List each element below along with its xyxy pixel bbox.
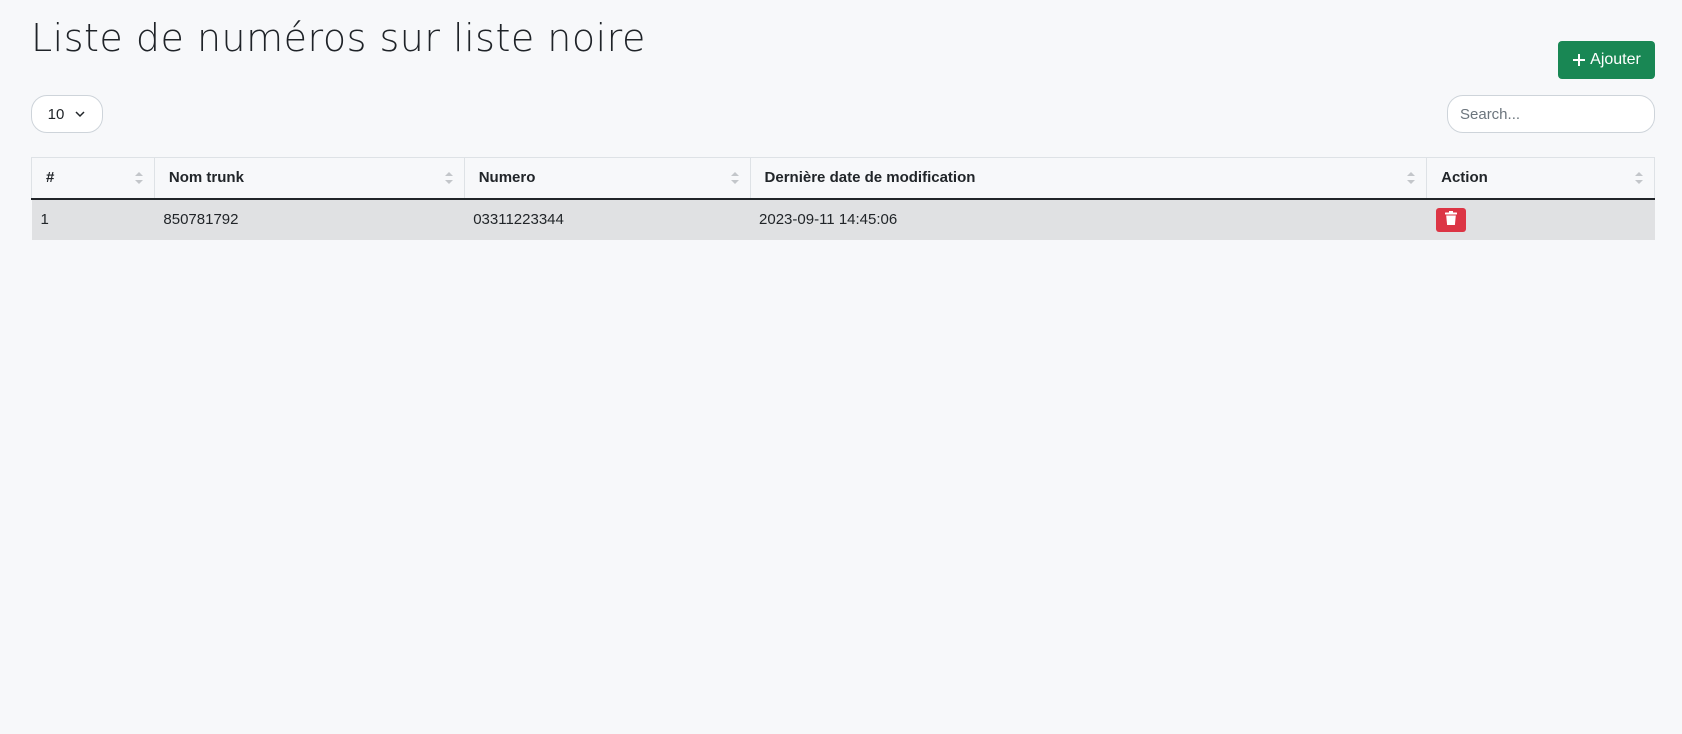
cell-index: 1 — [31, 198, 155, 240]
column-header-label: Action — [1441, 169, 1488, 187]
page-title: Liste de numéros sur liste noire — [31, 16, 646, 60]
sort-icon — [134, 169, 144, 187]
search-input[interactable] — [1447, 95, 1655, 133]
column-header-label: Numero — [478, 169, 536, 187]
column-header-index[interactable]: # — [31, 157, 155, 200]
plus-icon — [1572, 53, 1586, 67]
sort-icon — [730, 169, 740, 187]
sort-icon — [1406, 169, 1416, 187]
column-header-action[interactable]: Action — [1426, 157, 1655, 200]
column-header-label: Nom trunk — [168, 169, 244, 187]
sort-icon — [444, 169, 454, 187]
delete-button[interactable] — [1435, 207, 1466, 232]
cell-numero: 03311223344 — [464, 198, 751, 240]
sort-icon — [1634, 169, 1644, 187]
trash-icon — [1444, 211, 1457, 228]
page-size-value: 10 — [47, 105, 65, 123]
blacklist-table: # Nom trunk Numero Dernière date de modi… — [31, 157, 1655, 240]
column-header-numero[interactable]: Numero — [463, 157, 751, 200]
table-header-row: # Nom trunk Numero Dernière date de modi… — [31, 157, 1655, 200]
chevron-down-icon — [74, 108, 86, 120]
cell-trunk: 850781792 — [154, 198, 465, 240]
cell-action — [1426, 198, 1655, 240]
add-button-label: Ajouter — [1590, 51, 1641, 68]
add-button[interactable]: Ajouter — [1558, 41, 1655, 79]
column-header-trunk[interactable]: Nom trunk — [153, 157, 465, 200]
page-size-select[interactable]: 10 — [31, 95, 103, 133]
column-header-date[interactable]: Dernière date de modification — [749, 157, 1428, 200]
column-header-label: # — [46, 169, 55, 187]
table-row: 1 850781792 03311223344 2023-09-11 14:45… — [31, 198, 1655, 240]
column-header-label: Dernière date de modification — [764, 169, 976, 187]
cell-date: 2023-09-11 14:45:06 — [750, 198, 1427, 240]
